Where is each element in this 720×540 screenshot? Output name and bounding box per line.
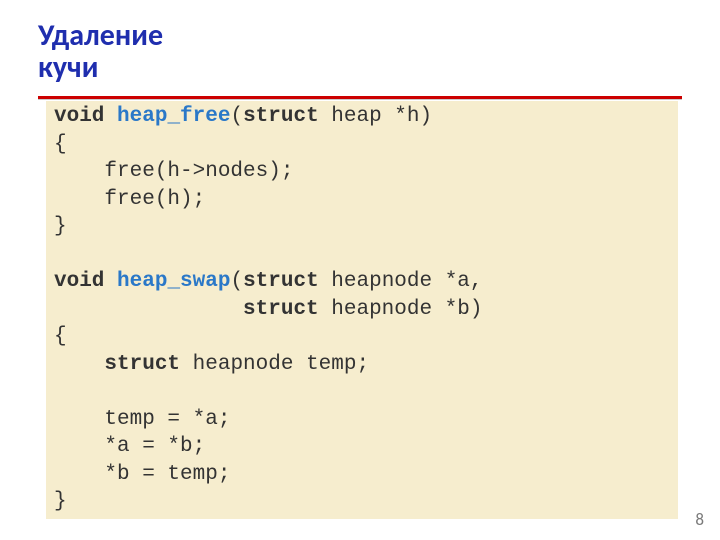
keyword-void: void [54,105,104,128]
code-text: heap *h) [319,105,432,128]
code-text: heapnode *b) [319,298,483,321]
code-text: heapnode *a, [319,270,483,293]
page-number: 8 [695,509,704,530]
code-line: } [54,215,67,238]
func-heap-swap: heap_swap [117,270,230,293]
code-content: void heap_free(struct heap *h) { free(h-… [54,103,670,516]
code-text: ( [230,105,243,128]
title-underline-grey [38,99,682,100]
code-pad [54,353,104,376]
code-text: ( [230,270,243,293]
code-line: free(h); [54,188,205,211]
func-heap-free: heap_free [117,105,230,128]
code-line: } [54,490,67,513]
code-line: { [54,325,67,348]
slide-title: Удаление кучи [38,20,163,83]
keyword-struct: struct [243,270,319,293]
keyword-void: void [54,270,104,293]
code-pad [54,298,243,321]
code-line: *a = *b; [54,435,205,458]
code-block: void heap_free(struct heap *h) { free(h-… [46,101,678,519]
keyword-struct: struct [104,353,180,376]
code-text: heapnode temp; [180,353,369,376]
code-line: *b = temp; [54,463,230,486]
code-line: free(h->nodes); [54,160,293,183]
keyword-struct: struct [243,298,319,321]
code-line: temp = *a; [54,408,230,431]
code-line: { [54,133,67,156]
keyword-struct: struct [243,105,319,128]
slide: Удаление кучи void heap_free(struct heap… [0,0,720,540]
title-line-2: кучи [38,49,98,86]
